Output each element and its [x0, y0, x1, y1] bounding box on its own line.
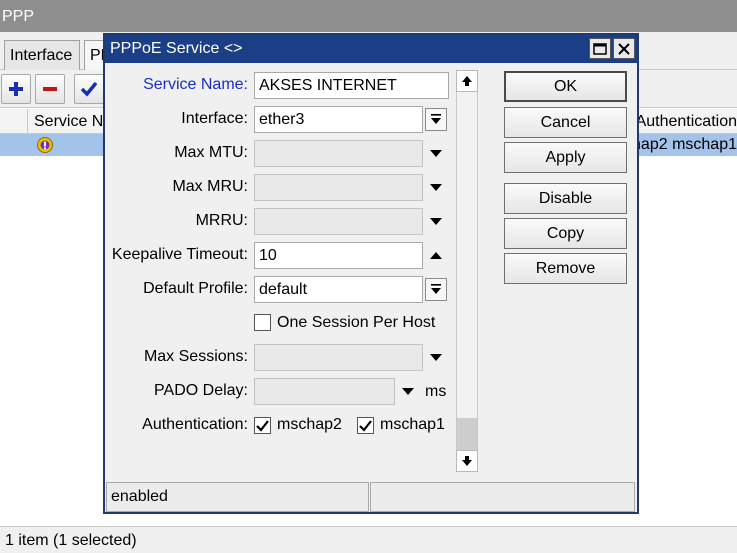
row-authentication-text: mschap2 mschap1 — [637, 136, 737, 153]
pado-delay-input[interactable] — [254, 378, 395, 405]
checkmark-icon — [256, 419, 269, 432]
mrru-expand-icon[interactable] — [427, 212, 445, 230]
mrru-input[interactable] — [254, 208, 423, 235]
maximize-icon — [593, 42, 607, 55]
mschap1-label: mschap1 — [380, 416, 445, 433]
pado-delay-expand-icon[interactable] — [399, 382, 417, 400]
interface-dropdown-button[interactable] — [425, 108, 447, 131]
pado-delay-unit: ms — [425, 383, 447, 400]
arrow-up-icon — [462, 76, 472, 86]
authentication-label: Authentication: — [142, 416, 248, 433]
copy-button[interactable]: Copy — [504, 218, 627, 249]
max-sessions-label: Max Sessions: — [143, 348, 248, 365]
max-mtu-label: Max MTU: — [174, 144, 248, 161]
max-sessions-input[interactable] — [254, 344, 423, 371]
ppp-status-text: 1 item (1 selected) — [5, 532, 137, 549]
maximize-button[interactable] — [589, 38, 611, 59]
cancel-button[interactable]: Cancel — [504, 107, 627, 138]
grid-col-authentication-label: Authentication — [637, 113, 737, 130]
default-profile-label: Default Profile: — [143, 280, 248, 297]
dropdown-arrow-icon — [431, 114, 441, 124]
max-mtu-input[interactable] — [254, 140, 423, 167]
service-name-input[interactable]: AKSES INTERNET — [254, 72, 449, 99]
dialog-status-secondary — [370, 482, 635, 512]
scroll-thumb[interactable] — [457, 418, 477, 450]
interface-select[interactable]: ether3 — [254, 106, 423, 133]
one-session-per-host-label: One Session Per Host — [277, 314, 436, 331]
max-mru-label: Max MRU: — [172, 178, 248, 195]
arrow-down-icon — [462, 456, 472, 466]
keepalive-timeout-input[interactable]: 10 — [254, 242, 423, 269]
close-button[interactable] — [613, 38, 635, 59]
dialog-status-text: enabled — [111, 488, 168, 505]
scroll-up-button[interactable] — [456, 70, 478, 92]
mschap2-checkbox[interactable] — [254, 417, 271, 434]
dialog-title-text: PPPoE Service <> — [110, 40, 243, 57]
default-profile-select[interactable]: default — [254, 276, 423, 303]
grid-col-service-name[interactable]: Service Name — [28, 109, 108, 134]
max-sessions-expand-icon[interactable] — [427, 348, 445, 366]
interface-label: Interface: — [181, 110, 248, 127]
one-session-per-host-checkbox[interactable] — [254, 314, 271, 331]
dropdown-arrow-icon — [431, 284, 441, 294]
warning-icon — [37, 137, 53, 153]
dialog-status-enabled: enabled — [106, 482, 369, 512]
ppp-status-bar: 1 item (1 selected) — [0, 526, 737, 553]
minus-icon — [43, 87, 57, 91]
checkmark-icon — [359, 419, 372, 432]
add-button[interactable] — [1, 74, 31, 104]
mschap1-checkbox[interactable] — [357, 417, 374, 434]
max-mru-expand-icon[interactable] — [427, 178, 445, 196]
close-icon — [618, 42, 630, 55]
row-authentication-cell: mschap2 mschap1 — [637, 134, 737, 156]
default-profile-dropdown-button[interactable] — [425, 278, 447, 301]
scroll-down-button[interactable] — [456, 450, 478, 472]
mrru-label: MRRU: — [195, 212, 248, 229]
max-mtu-expand-icon[interactable] — [427, 144, 445, 162]
check-icon — [80, 81, 98, 97]
ok-button[interactable]: OK — [504, 71, 627, 102]
remove-button[interactable]: Remove — [504, 253, 627, 284]
tab-interface-label: Interface — [10, 47, 73, 64]
service-name-label: Service Name: — [143, 76, 248, 93]
tab-interface[interactable]: Interface — [4, 40, 80, 70]
remove-toolbar-button[interactable] — [35, 74, 65, 104]
enable-button[interactable] — [74, 74, 104, 104]
grid-col-service-name-label: Service Name — [34, 113, 107, 130]
keepalive-collapse-icon[interactable] — [427, 246, 445, 264]
dialog-scrollbar[interactable] — [456, 70, 478, 472]
ppp-window-title: PPP — [0, 0, 737, 32]
dialog-title[interactable]: PPPoE Service <> — [105, 35, 637, 63]
apply-button[interactable]: Apply — [504, 142, 627, 173]
disable-button[interactable]: Disable — [504, 183, 627, 214]
keepalive-timeout-label: Keepalive Timeout: — [111, 246, 248, 263]
grid-col-flags[interactable] — [0, 109, 28, 134]
max-mru-input[interactable] — [254, 174, 423, 201]
plus-icon — [9, 82, 23, 96]
pado-delay-label: PADO Delay: — [154, 382, 248, 399]
grid-col-authentication[interactable]: Authentication — [637, 109, 737, 134]
mschap2-label: mschap2 — [277, 416, 342, 433]
